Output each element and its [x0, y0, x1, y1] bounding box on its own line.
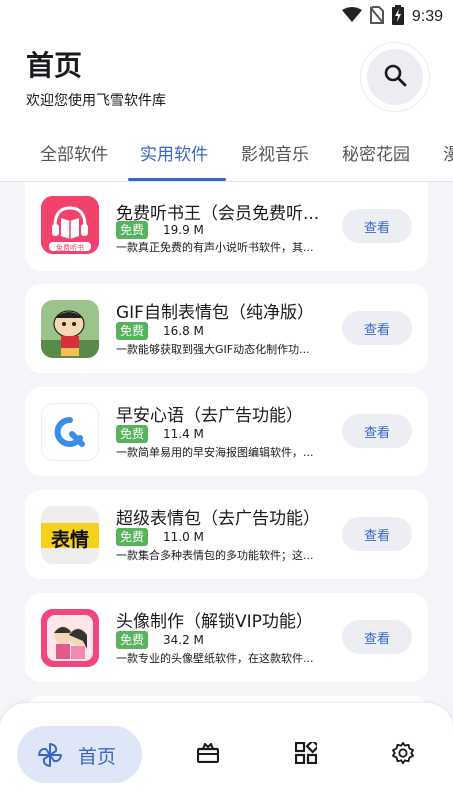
app-description: 一款简单易用的早安海报图编辑软件，... [116, 446, 314, 459]
cartoon-character-icon [41, 300, 99, 358]
app-name: 免费听书王（会员免费听... [116, 204, 320, 224]
app-size: 11.4 M [163, 427, 204, 441]
tab-video-music[interactable]: 影视音乐 [241, 140, 309, 165]
view-button[interactable]: 查看 [342, 620, 412, 654]
view-button[interactable]: 查看 [342, 209, 412, 243]
search-button[interactable] [360, 42, 430, 112]
nav-home[interactable]: 首页 [17, 726, 142, 783]
free-badge: 免费 [116, 322, 149, 340]
app-name: GIF自制表情包（纯净版） [116, 303, 314, 323]
grid-apps-icon [294, 739, 320, 768]
app-card[interactable]: 早安心语（去广告功能） 免费 11.4 M 一款简单易用的早安海报图编辑软件，.… [25, 387, 428, 476]
app-name: 早安心语（去广告功能） [116, 406, 303, 426]
app-name: 超级表情包（去广告功能） [116, 509, 320, 529]
page-subtitle: 欢迎您使用飞雪软件库 [26, 93, 166, 109]
status-time: 9:39 [411, 8, 443, 25]
app-card[interactable]: 表情 超级表情包（去广告功能） 免费 11.0 M 一款集合多种表情包的多功能软… [25, 490, 428, 579]
avatar-couple-icon [41, 609, 99, 667]
app-name: 头像制作（解锁VIP功能） [116, 612, 313, 632]
search-icon [383, 63, 407, 91]
nav-apps[interactable] [294, 739, 320, 768]
app-size: 34.2 M [163, 633, 204, 647]
free-badge: 免费 [116, 221, 149, 239]
app-description: 一款能够获取到强大GIF动态化制作功... [116, 343, 310, 356]
app-card[interactable]: 头像制作（解锁VIP功能） 免费 34.2 M 一款专业的头像壁纸软件，在这款软… [25, 593, 428, 682]
emoji-text-icon: 表情 [41, 506, 99, 564]
app-card[interactable]: 免费听书 免费听书王（会员免费听... 免费 19.9 M 一款真正免费的有声小… [25, 182, 428, 271]
wifi-icon [341, 7, 362, 27]
search-button-inner[interactable] [367, 49, 423, 105]
toolbox-icon [196, 743, 220, 767]
view-button[interactable]: 查看 [342, 311, 412, 345]
no-sim-icon [369, 6, 385, 28]
battery-charging-icon [391, 5, 404, 29]
tab-secret-garden[interactable]: 秘密花园 [342, 140, 410, 165]
nav-toolbox[interactable] [196, 743, 220, 767]
pinwheel-icon [37, 742, 63, 772]
gear-icon [392, 742, 414, 768]
q-logo-icon [41, 403, 99, 461]
tab-utility-software[interactable]: 实用软件 [140, 140, 208, 165]
free-badge: 免费 [116, 425, 149, 443]
app-size: 19.9 M [163, 223, 204, 237]
app-description: 一款专业的头像壁纸软件，在这款软件... [116, 652, 314, 665]
app-size: 16.8 M [163, 324, 204, 338]
nav-settings[interactable] [391, 742, 415, 768]
app-size: 11.0 M [163, 530, 204, 544]
app-description: 一款真正免费的有声小说听书软件，其... [116, 241, 314, 254]
status-bar: 9:39 [0, 0, 453, 30]
page-title: 首页 [26, 49, 83, 82]
app-card[interactable]: GIF自制表情包（纯净版） 免费 16.8 M 一款能够获取到强大GIF动态化制… [25, 284, 428, 373]
nav-home-label: 首页 [78, 746, 117, 768]
view-button[interactable]: 查看 [342, 414, 412, 448]
icon-label: 免费听书 [56, 244, 84, 252]
header: 首页 欢迎您使用飞雪软件库 [0, 30, 453, 130]
app-description: 一款集合多种表情包的多功能软件；这... [116, 549, 314, 562]
icon-label: 表情 [50, 529, 89, 551]
category-tabs: 全部软件 实用软件 影视音乐 秘密花园 漫 [0, 130, 453, 182]
status-icons: 9:39 [341, 5, 443, 29]
tab-comics[interactable]: 漫 [443, 140, 453, 165]
view-button[interactable]: 查看 [342, 517, 412, 551]
tab-all-software[interactable]: 全部软件 [40, 140, 108, 165]
headphones-book-icon: 免费听书 [41, 196, 99, 254]
bottom-navigation: 首页 [0, 703, 453, 805]
free-badge: 免费 [116, 631, 149, 649]
free-badge: 免费 [116, 528, 149, 546]
